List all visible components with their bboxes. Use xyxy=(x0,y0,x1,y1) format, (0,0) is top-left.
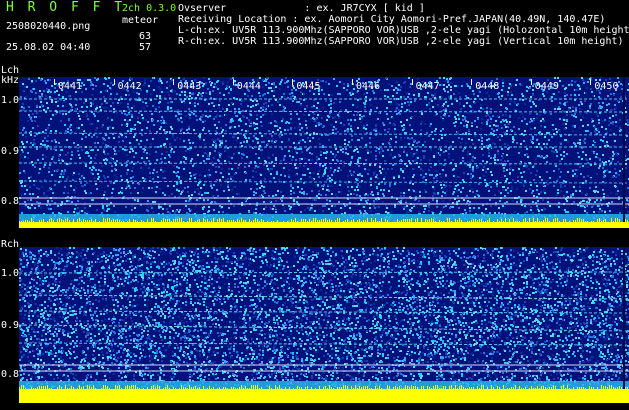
minute-label-0445: 0445 xyxy=(296,81,321,92)
rch-tick-1-0: 1.0 xyxy=(1,268,20,279)
rch-label: Rch xyxy=(1,239,20,250)
lch-tick-0-8: 0.8 xyxy=(1,196,20,207)
minute-label-0444: 0444 xyxy=(236,81,261,92)
minute-tick xyxy=(113,79,115,85)
minute-label-0447: 0447 xyxy=(415,81,440,92)
minute-label-0448: 0448 xyxy=(475,81,500,92)
lch-unit: kHz xyxy=(1,75,20,86)
observer-line: Ovserver : ex. JR7CYX [ kid ] xyxy=(178,3,425,14)
minute-label-0449: 0449 xyxy=(534,81,559,92)
minute-tick xyxy=(173,79,175,85)
count-rch: 57 xyxy=(139,42,152,53)
minute-label-0450: 0450 xyxy=(594,81,619,92)
minute-label-0446: 0446 xyxy=(356,81,381,92)
rch-tick-0-8: 0.8 xyxy=(1,369,20,380)
minute-tick xyxy=(471,79,473,85)
rch-tick-0-9: 0.9 xyxy=(1,320,20,331)
rch-spectrogram xyxy=(19,247,629,403)
minute-tick xyxy=(411,79,413,85)
lch-tick-0-9: 0.9 xyxy=(1,146,20,157)
rch-line: R-ch:ex. UV5R 113.900Mhz(SAPPORO VOR)USB… xyxy=(178,36,624,47)
minute-tick xyxy=(530,79,532,85)
timestamp: 25.08.02 04:40 xyxy=(6,42,91,53)
minute-tick xyxy=(292,79,294,85)
minute-label-0442: 0442 xyxy=(117,81,142,92)
lch-tick-1-0: 1.0 xyxy=(1,95,20,106)
count-lch: 63 xyxy=(139,31,152,42)
version-label: 2ch 0.3.0 xyxy=(122,3,177,14)
minute-label-0443: 0443 xyxy=(177,81,202,92)
app-logo: H R O F F T xyxy=(6,0,126,15)
minute-label-0441: 0441 xyxy=(58,81,83,92)
minute-tick xyxy=(590,79,592,85)
minute-tick xyxy=(232,79,234,85)
mode-label: meteor xyxy=(122,15,159,26)
minute-tick xyxy=(54,79,55,85)
location-line: Receiving Location : ex. Aomori City Aom… xyxy=(178,14,606,25)
lch-spectrogram xyxy=(19,77,629,228)
minute-tick xyxy=(352,79,353,85)
file-name: 2508020440.png xyxy=(6,21,91,32)
station-info: Ovserver : ex. JR7CYX [ kid ] Receiving … xyxy=(178,3,629,47)
lch-line: L-ch:ex. UV5R 113.900Mhz(SAPPORO VOR)USB… xyxy=(178,25,629,36)
